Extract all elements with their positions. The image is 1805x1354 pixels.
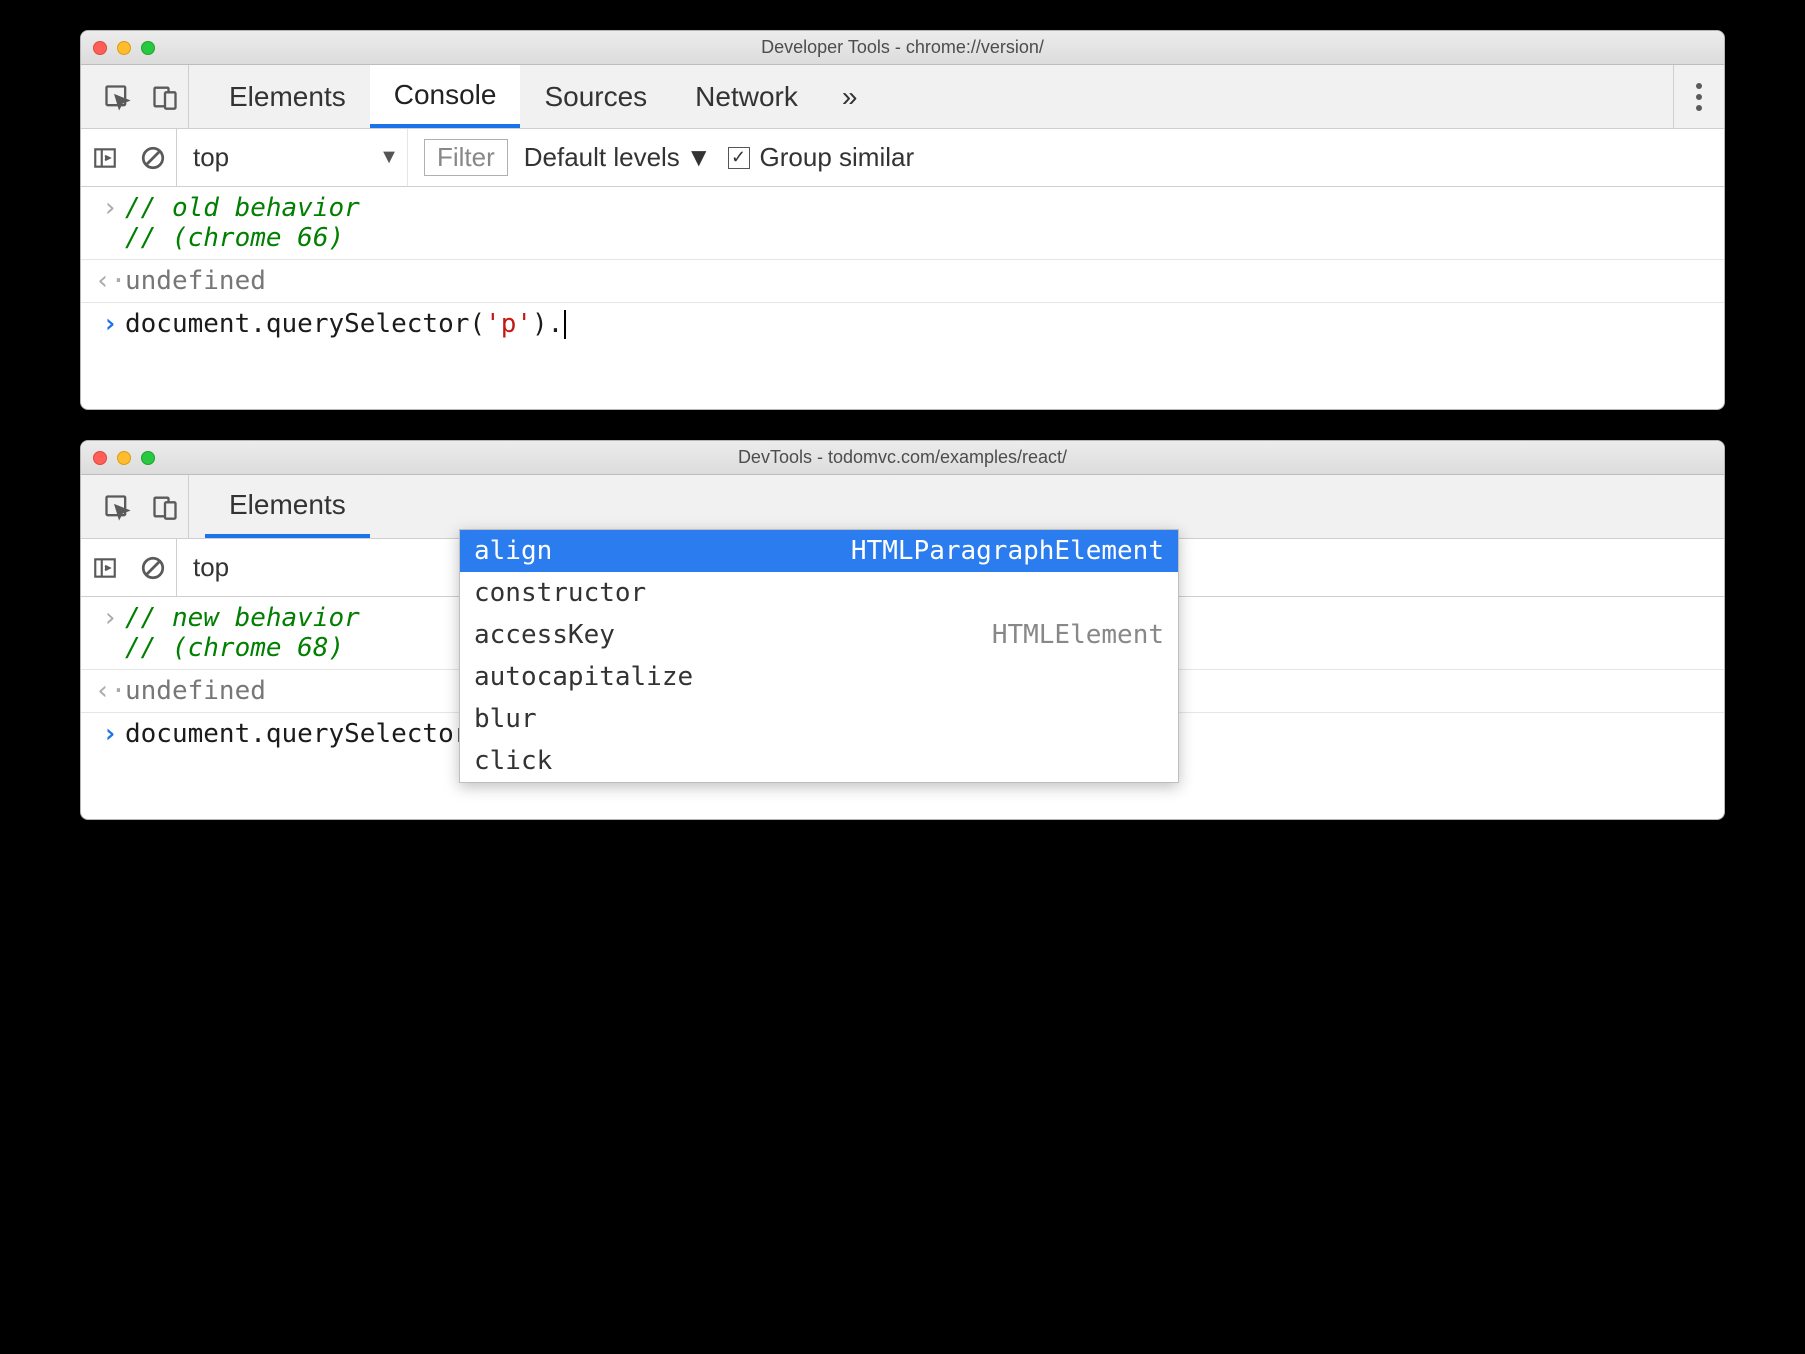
tab-console[interactable]: Console [370, 65, 521, 128]
devtools-window-top: Developer Tools - chrome://version/ Elem… [80, 30, 1725, 410]
prompt-caret-icon: › [95, 309, 125, 339]
toggle-console-sidebar-icon[interactable] [81, 539, 129, 596]
console-code: ). [532, 309, 563, 339]
console-code: ' [516, 309, 532, 339]
traffic-lights [93, 451, 155, 465]
autocomplete-item[interactable]: accessKey HTMLElement [460, 614, 1178, 656]
console-toolbar: top ▼ Filter Default levels ▼ ✓ Group si… [81, 129, 1724, 187]
log-levels-selector[interactable]: Default levels ▼ [524, 142, 712, 173]
tab-elements[interactable]: Elements [205, 475, 370, 538]
chevron-down-icon: ▼ [379, 146, 399, 169]
console-comment: // (chrome 66) [125, 223, 344, 253]
tab-elements[interactable]: Elements [205, 65, 370, 128]
autocomplete-item[interactable]: click [460, 740, 1178, 782]
autocomplete-item[interactable]: autocapitalize [460, 656, 1178, 698]
tabs-row: Elements Console Sources Network » [81, 65, 1724, 129]
autocomplete-name: click [474, 746, 552, 776]
prompt-caret-icon: › [95, 719, 125, 749]
group-similar-label: Group similar [760, 142, 915, 173]
console-code: ' [485, 309, 501, 339]
autocomplete-item[interactable]: constructor [460, 572, 1178, 614]
console-code: document.querySelector( [125, 309, 485, 339]
filter-input[interactable]: Filter [424, 139, 508, 176]
window-body: Elements top › // new behavio [81, 475, 1724, 819]
context-label: top [193, 142, 229, 173]
autocomplete-popup: align HTMLParagraphElement constructor a… [459, 529, 1179, 783]
clear-console-icon[interactable] [129, 129, 177, 186]
group-similar-checkbox[interactable]: ✓ Group similar [728, 142, 915, 173]
text-cursor-icon [564, 310, 566, 339]
context-label: top [193, 552, 229, 583]
console-output-row: ‹· undefined [81, 259, 1724, 302]
tab-list: Elements [205, 475, 370, 538]
console-code: p [501, 309, 517, 339]
minimize-window-icon[interactable] [117, 41, 131, 55]
close-window-icon[interactable] [93, 451, 107, 465]
toggle-console-sidebar-icon[interactable] [81, 129, 129, 186]
tab-sources[interactable]: Sources [520, 65, 671, 128]
autocomplete-item[interactable]: blur [460, 698, 1178, 740]
input-caret-icon: › [95, 193, 125, 223]
autocomplete-name: accessKey [474, 620, 615, 650]
device-toolbar-icon[interactable] [141, 65, 189, 128]
clear-console-icon[interactable] [129, 539, 177, 596]
autocomplete-name: constructor [474, 578, 646, 608]
chevron-down-icon: ▼ [686, 142, 712, 173]
tab-network[interactable]: Network [671, 65, 822, 128]
more-options-icon[interactable] [1673, 65, 1724, 128]
checkbox-checked-icon: ✓ [728, 147, 750, 169]
console-code: document.querySelector( [125, 719, 485, 749]
console-input-row: › // old behavior // (chrome 66) [81, 187, 1724, 259]
title-bar: Developer Tools - chrome://version/ [81, 31, 1724, 65]
maximize-window-icon[interactable] [141, 41, 155, 55]
inspect-element-icon[interactable] [93, 493, 141, 521]
autocomplete-name: align [474, 536, 552, 566]
input-caret-icon: › [95, 603, 125, 633]
autocomplete-type: HTMLElement [992, 620, 1164, 650]
tab-list: Elements Console Sources Network » [205, 65, 877, 128]
window-title: Developer Tools - chrome://version/ [81, 37, 1724, 58]
window-title: DevTools - todomvc.com/examples/react/ [81, 447, 1724, 468]
console-comment: // (chrome 68) [125, 633, 344, 663]
maximize-window-icon[interactable] [141, 451, 155, 465]
console-prompt-row[interactable]: › document.querySelector('p'). [81, 302, 1724, 409]
inspect-element-icon[interactable] [93, 83, 141, 111]
tab-overflow-icon[interactable]: » [822, 81, 878, 113]
execution-context-selector[interactable]: top ▼ [177, 129, 408, 186]
autocomplete-type: HTMLParagraphElement [851, 536, 1164, 566]
output-caret-icon: ‹· [95, 676, 125, 706]
console-log-area: › // old behavior // (chrome 66) ‹· unde… [81, 187, 1724, 409]
devtools-window-bottom: DevTools - todomvc.com/examples/react/ E… [80, 440, 1725, 820]
console-comment: // old behavior [125, 193, 360, 223]
traffic-lights [93, 41, 155, 55]
title-bar: DevTools - todomvc.com/examples/react/ [81, 441, 1724, 475]
device-toolbar-icon[interactable] [141, 475, 189, 538]
console-comment: // new behavior [125, 603, 360, 633]
minimize-window-icon[interactable] [117, 451, 131, 465]
autocomplete-name: blur [474, 704, 537, 734]
output-caret-icon: ‹· [95, 266, 125, 296]
autocomplete-item[interactable]: align HTMLParagraphElement [460, 530, 1178, 572]
levels-label: Default levels [524, 142, 680, 173]
console-value: undefined [125, 266, 1710, 296]
execution-context-selector[interactable]: top [177, 539, 237, 596]
autocomplete-name: autocapitalize [474, 662, 693, 692]
close-window-icon[interactable] [93, 41, 107, 55]
